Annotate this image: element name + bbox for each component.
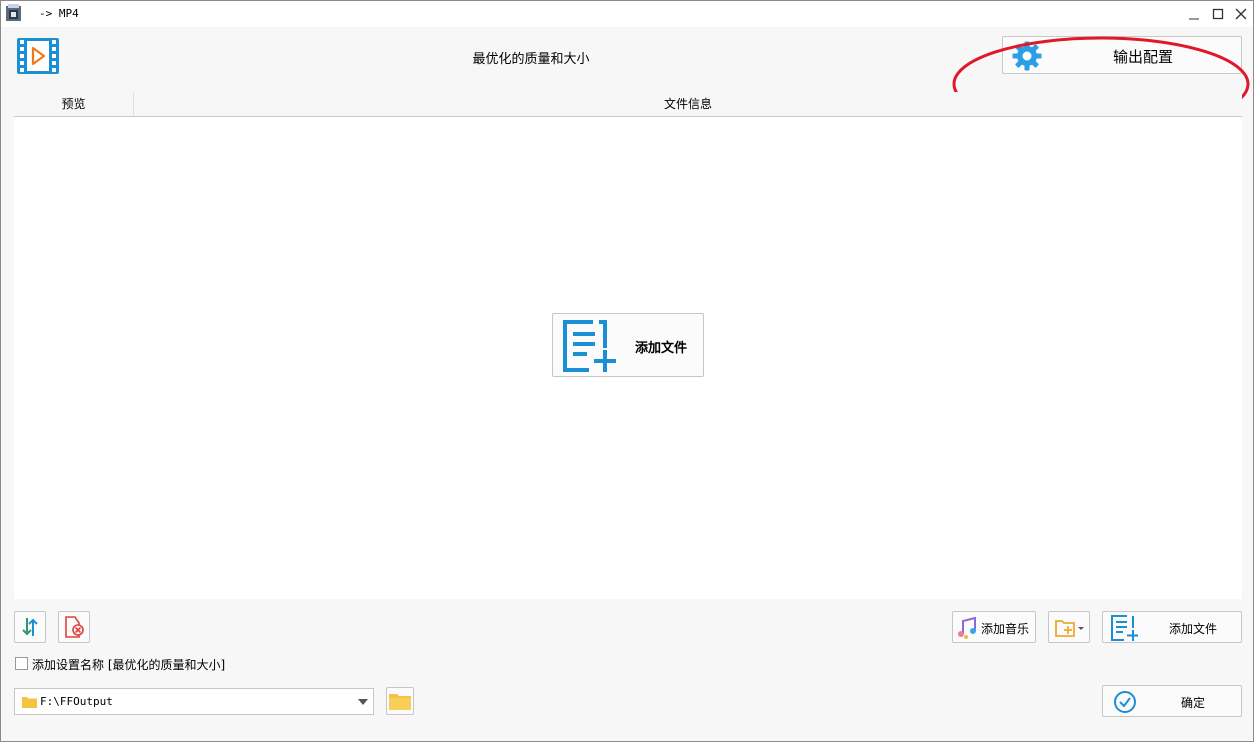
add-file-icon (1111, 615, 1138, 641)
gear-icon (1012, 41, 1042, 71)
folder-icon (389, 694, 411, 710)
add-music-button[interactable]: 添加音乐 (952, 611, 1036, 643)
add-file-center-button[interactable]: 添加文件 (552, 313, 704, 377)
output-path-select[interactable]: F:\FFOutput (14, 688, 374, 715)
music-note-icon (958, 616, 976, 639)
add-folder-button[interactable] (1048, 611, 1090, 643)
check-circle-icon (1114, 691, 1136, 713)
remove-file-button[interactable] (58, 611, 90, 643)
title-bar: -> MP4 (1, 1, 1253, 27)
file-list-header: 预览 文件信息 (14, 92, 1242, 117)
add-file-icon (563, 320, 616, 372)
app-window: -> MP4 最优化的质量和大小 输出配置 预览 文件信息 添加文件 添加音乐 … (0, 0, 1254, 742)
video-file-icon (17, 38, 59, 74)
remove-file-icon (65, 616, 84, 638)
ok-button[interactable]: 确定 (1102, 685, 1242, 717)
maximize-button[interactable] (1207, 4, 1229, 24)
add-file-label: 添加文件 (1168, 622, 1217, 636)
minimize-icon (1189, 18, 1199, 20)
window-title: -> MP4 (39, 7, 79, 20)
output-config-button[interactable]: 输出配置 (1002, 36, 1242, 74)
add-file-center-label: 添加文件 (635, 341, 688, 356)
close-icon (1235, 8, 1247, 20)
header: 最优化的质量和大小 输出配置 (1, 27, 1253, 132)
profile-title: 最优化的质量和大小 (472, 52, 590, 67)
column-header-preview[interactable]: 预览 (14, 92, 134, 116)
output-path-value: F:\FFOutput (40, 695, 113, 708)
sort-icon (22, 618, 38, 636)
add-setting-name-label[interactable]: 添加设置名称 [最优化的质量和大小] (32, 656, 225, 673)
output-config-label: 输出配置 (1112, 48, 1173, 66)
sort-button[interactable] (14, 611, 46, 643)
browse-folder-button[interactable] (386, 687, 414, 715)
add-file-button[interactable]: 添加文件 (1102, 611, 1242, 643)
minimize-button[interactable] (1183, 4, 1205, 24)
close-button[interactable] (1230, 4, 1252, 24)
folder-icon (22, 697, 37, 708)
column-header-file-info[interactable]: 文件信息 (134, 92, 1242, 116)
add-music-label: 添加音乐 (981, 622, 1030, 636)
file-list[interactable]: 添加文件 (14, 117, 1242, 599)
ok-label: 确定 (1180, 696, 1205, 710)
add-setting-name-checkbox[interactable] (15, 657, 28, 670)
maximize-icon (1212, 8, 1224, 20)
add-folder-icon (1055, 620, 1084, 637)
app-icon (6, 4, 21, 21)
chevron-down-icon (358, 699, 368, 705)
